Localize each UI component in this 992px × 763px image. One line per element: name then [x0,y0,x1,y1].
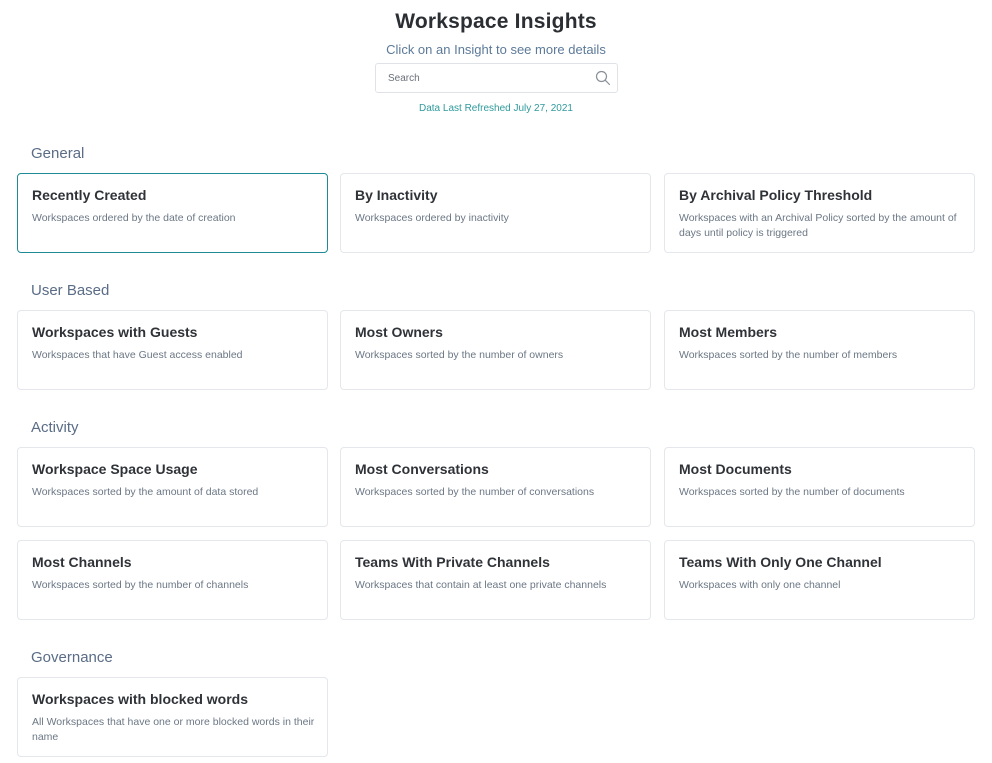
section-title-general: General [31,145,85,162]
search-input[interactable] [388,70,588,87]
card-description: Workspaces that have Guest access enable… [32,349,243,361]
card-description: Workspaces ordered by inactivity [355,212,509,224]
card-title: By Archival Policy Threshold [679,187,873,203]
card-description: Workspaces that contain at least one pri… [355,579,607,591]
card-description: Workspaces with only one channel [679,579,841,591]
card-title: Most Members [679,324,778,340]
card-title: Most Conversations [355,461,489,477]
insight-card-teams-with-only-one-channel[interactable]: Teams With Only One Channel Workspaces w… [664,540,975,620]
card-description: Workspaces ordered by the date of creati… [32,212,236,224]
card-title: Teams With Only One Channel [679,554,882,570]
card-title: Most Owners [355,324,443,340]
card-description: Workspaces sorted by the number of owner… [355,349,564,361]
insight-card-recently-created[interactable]: Recently Created Workspaces ordered by t… [17,173,328,253]
insight-card-workspace-space-usage[interactable]: Workspace Space Usage Workspaces sorted … [17,447,328,527]
card-description: Workspaces sorted by the number of chann… [32,579,249,591]
data-refreshed-label: Data Last Refreshed July 27, 2021 [419,103,573,114]
insight-card-workspaces-with-blocked-words[interactable]: Workspaces with blocked words All Worksp… [17,677,328,757]
section-title-governance: Governance [31,649,113,666]
card-description: All Workspaces that have one or more blo… [32,716,315,743]
card-title: By Inactivity [355,187,438,203]
search-icon[interactable] [595,70,611,86]
insight-card-most-owners[interactable]: Most Owners Workspaces sorted by the num… [340,310,651,390]
card-description: Workspaces sorted by the number of conve… [355,486,595,498]
insight-card-most-channels[interactable]: Most Channels Workspaces sorted by the n… [17,540,328,620]
search-box[interactable] [375,63,618,93]
insight-card-archival-policy-threshold[interactable]: By Archival Policy Threshold Workspaces … [664,173,975,253]
insight-card-most-conversations[interactable]: Most Conversations Workspaces sorted by … [340,447,651,527]
page-title: Workspace Insights [395,10,597,33]
card-title: Workspace Space Usage [32,461,198,477]
card-description: Workspaces sorted by the amount of data … [32,486,259,498]
page-subtitle: Click on an Insight to see more details [386,42,606,57]
card-description: Workspaces with an Archival Policy sorte… [679,212,957,239]
insight-card-by-inactivity[interactable]: By Inactivity Workspaces ordered by inac… [340,173,651,253]
card-description: Workspaces sorted by the number of docum… [679,486,905,498]
section-title-user-based: User Based [31,282,110,299]
card-title: Most Channels [32,554,132,570]
card-title: Workspaces with blocked words [32,691,249,707]
card-description: Workspaces sorted by the number of membe… [679,349,898,361]
card-title: Recently Created [32,187,147,203]
card-title: Workspaces with Guests [32,324,198,340]
insight-card-most-documents[interactable]: Most Documents Workspaces sorted by the … [664,447,975,527]
insight-card-workspaces-with-guests[interactable]: Workspaces with Guests Workspaces that h… [17,310,328,390]
insight-card-teams-with-private-channels[interactable]: Teams With Private Channels Workspaces t… [340,540,651,620]
insight-card-most-members[interactable]: Most Members Workspaces sorted by the nu… [664,310,975,390]
section-title-activity: Activity [31,419,79,436]
card-title: Teams With Private Channels [355,554,550,570]
card-title: Most Documents [679,461,792,477]
